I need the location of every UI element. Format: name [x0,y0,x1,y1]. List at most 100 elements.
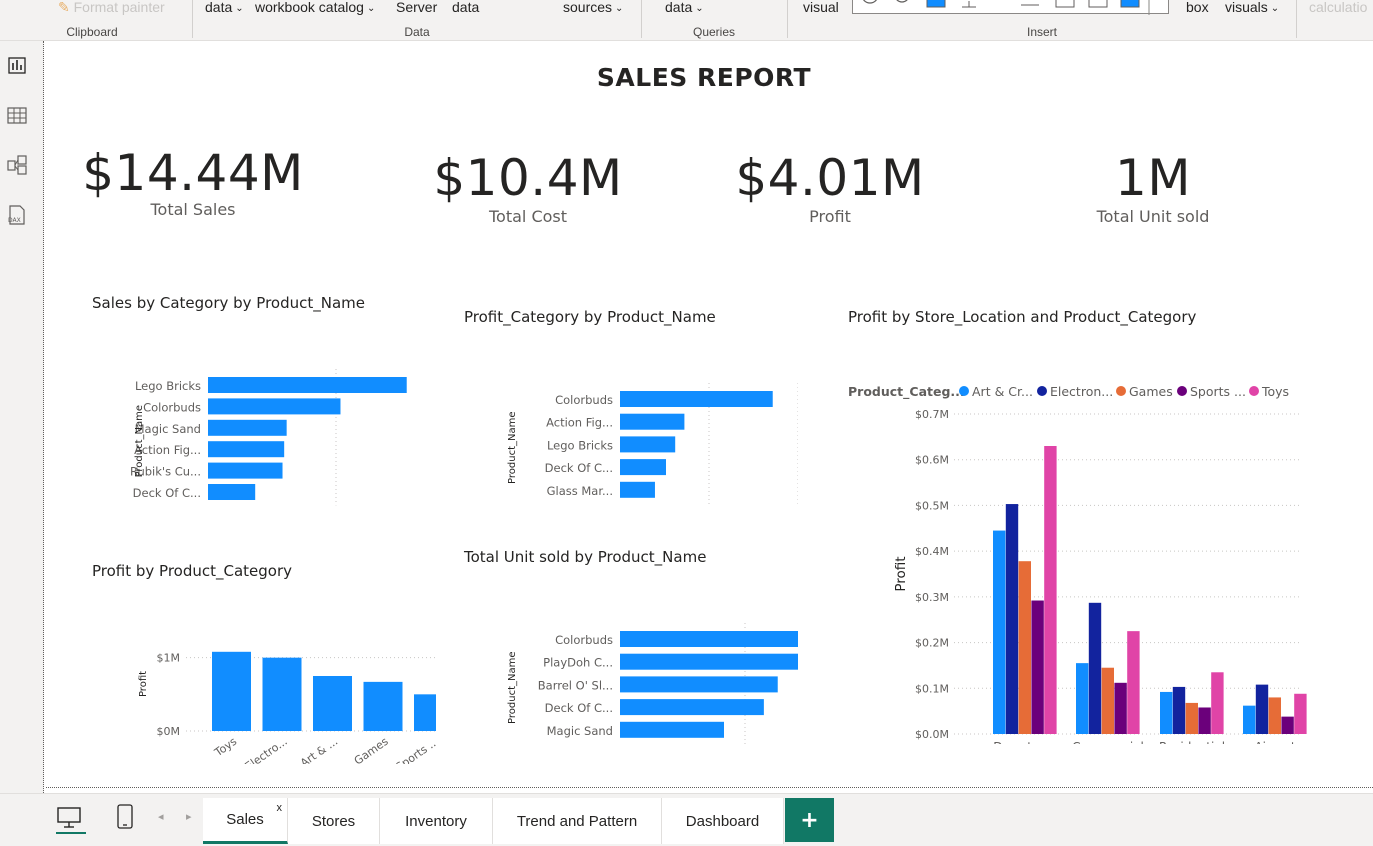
y-category-label: Glass Mar... [547,484,613,498]
bar [208,462,283,479]
report-view-icon[interactable] [6,54,28,76]
x-category-label: Downtown [993,740,1056,744]
get-data-dropdown[interactable]: data ⌄ [205,0,244,15]
new-visual-button[interactable]: visual [803,0,839,15]
ribbon: ✎ Format painter data ⌄ workbook catalog ⌄… [0,0,1373,41]
tab-inventory[interactable]: Inventory [380,798,493,844]
bar [208,398,341,415]
chart-profit-by-product-category[interactable]: Profit by Product_Category $0M $1M Toys Ele… [86,558,436,764]
chevron-down-icon: ⌄ [366,3,376,14]
chart-sales-by-category[interactable]: Sales by Category by Product_Name 0M2MLe… [86,290,426,510]
y-category-label: Deck Of C... [133,486,201,500]
y-tick-label: $0.3M [915,591,949,604]
more-visuals-dropdown[interactable]: visuals ⌄ [1225,0,1279,15]
text-box-button[interactable]: box [1186,0,1209,15]
y-tick-label: $0.7M [915,408,949,421]
bar [1294,693,1307,734]
ribbon-divider [641,0,642,38]
legend-marker [1249,386,1259,396]
bar [1044,446,1057,734]
bar [1268,697,1281,734]
y-axis-title: Profit [138,671,149,697]
sql-server-button[interactable]: Server [396,0,437,15]
bar [1031,600,1044,734]
y-category-label: Lego Bricks [135,379,201,393]
quick-measure-button[interactable]: calculatio [1309,0,1367,15]
bar [620,721,724,738]
legend-marker [1037,386,1047,396]
chevron-down-icon: ⌄ [695,3,704,14]
visuals-gallery[interactable] [852,0,1169,15]
y-category-label: Colorbuds [555,393,613,407]
ribbon-group-insert: Insert [1026,25,1057,39]
chart-plot: 0M2MLego BricksColorbudsMagic SandAction… [130,369,407,506]
y-category-label: Deck Of C... [545,461,613,475]
x-category-label: Games [352,735,391,764]
mobile-layout-icon[interactable] [116,804,134,830]
kpi-card-total-cost[interactable]: $10.4M Total Cost [413,149,643,226]
workbook-catalog-dropdown[interactable]: workbook catalog ⌄ [255,0,375,15]
chart-profit-by-store-location[interactable]: Profit by Store_Location and Product_Cat… [842,304,1312,744]
y-category-label: PlayDoh C... [543,656,613,670]
y-axis-title: Product_Name [507,412,518,484]
bar [620,481,655,498]
bar [1243,705,1256,734]
table-view-icon[interactable] [6,104,28,126]
bar [620,413,685,430]
ribbon-group-data: Data [404,25,430,39]
tab-dashboard[interactable]: Dashboard [662,798,784,844]
bar [993,530,1006,734]
tab-trend-and-pattern[interactable]: Trend and Pattern [493,798,662,844]
chevron-left-icon[interactable]: ◂ [158,810,164,823]
chart-profit-category-by-product[interactable]: Profit_Category by Product_Name $0.0M$0.… [458,304,798,514]
x-category-label: Commercial [1072,740,1144,744]
y-tick-label: $0M [157,725,181,738]
y-category-label: Magic Sand [547,724,613,738]
bar [1076,663,1089,734]
x-category-label: Art & ... [298,735,340,764]
dax-query-view-icon[interactable]: DAX [6,204,28,226]
enter-data-button[interactable]: data [452,0,479,15]
bar [1114,682,1127,734]
chart-units-by-product[interactable]: Total Unit sold by Product_Name 0.0M0.1M… [458,544,798,754]
bar [1018,561,1031,734]
kpi-card-profit[interactable]: $4.01M Profit [715,149,945,226]
close-icon[interactable]: x [277,802,283,814]
kpi-card-total-sales[interactable]: $14.44M Total Sales [78,144,308,219]
bar [212,651,251,731]
bar [1172,686,1186,734]
desktop-layout-icon[interactable] [56,806,82,830]
bar [208,377,407,393]
kpi-value: $4.01M [735,149,925,207]
svg-text:DAX: DAX [8,217,21,224]
bar [1255,684,1269,734]
x-category-label: Residential [1159,740,1225,744]
kpi-value: $14.44M [82,144,304,202]
y-tick-label: $0.6M [915,454,949,467]
bar [620,631,798,647]
plus-icon: + [800,807,819,833]
recent-sources-dropdown[interactable]: sources ⌄ [563,0,623,15]
bar [208,484,256,500]
kpi-card-total-unit-sold[interactable]: 1M Total Unit sold [1038,149,1268,226]
bar [1160,691,1173,734]
chevron-right-icon[interactable]: ▸ [186,810,192,823]
tab-sales[interactable]: Sales x [203,798,288,844]
transform-data-dropdown[interactable]: data ⌄ [665,0,704,15]
tab-stores[interactable]: Stores [288,798,380,844]
chevron-down-icon: ⌄ [235,3,244,14]
bar [620,653,798,670]
bar [1127,631,1140,734]
add-page-button[interactable]: + [785,798,834,842]
x-category-label: Toys [211,735,239,760]
y-tick-label: $0.5M [915,499,949,512]
bar [1281,716,1294,734]
bar [262,657,302,731]
y-tick-label: $0.1M [915,682,949,695]
model-view-icon[interactable] [6,154,28,176]
y-category-label: Colorbuds [555,633,613,647]
format-painter-button[interactable]: ✎ Format painter [58,0,165,16]
y-category-label: Action Fig... [546,416,613,430]
bar [620,459,666,476]
bar [208,441,285,458]
